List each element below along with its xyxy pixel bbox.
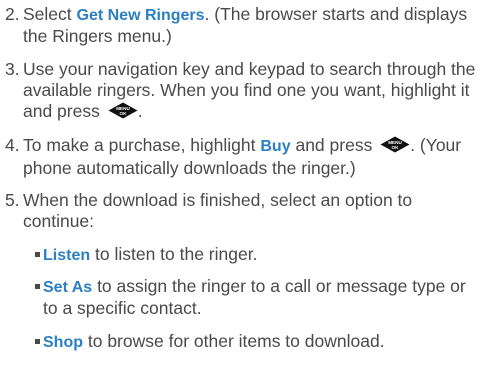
step-text: When the download is finished, select an…: [23, 190, 413, 231]
menu-ok-key-icon: MENU OK: [108, 102, 138, 124]
bullet-icon: [35, 339, 40, 344]
step-number: 5.: [5, 190, 20, 210]
step-number: 3.: [5, 59, 20, 79]
step-text: Use your navigation key and keypad to se…: [23, 59, 481, 124]
svg-text:OK: OK: [392, 145, 400, 150]
step-text: Select Get New Ringers. (The browser sta…: [23, 4, 468, 46]
step-text: To make a purchase, highlight Buy and pr…: [23, 135, 462, 178]
step-number: 2.: [5, 4, 20, 24]
bullet-icon: [35, 252, 40, 257]
option-label: Listen: [43, 247, 91, 264]
bullet-icon: [35, 284, 40, 289]
step-number: 4.: [5, 135, 20, 155]
menu-option-get-new-ringers: Get New Ringers: [76, 7, 205, 24]
svg-text:OK: OK: [119, 111, 127, 116]
option-label: Set As: [43, 279, 93, 296]
option-label: Shop: [43, 334, 83, 351]
menu-ok-key-icon: MENU OK: [380, 136, 410, 158]
menu-option-buy: Buy: [260, 138, 291, 155]
